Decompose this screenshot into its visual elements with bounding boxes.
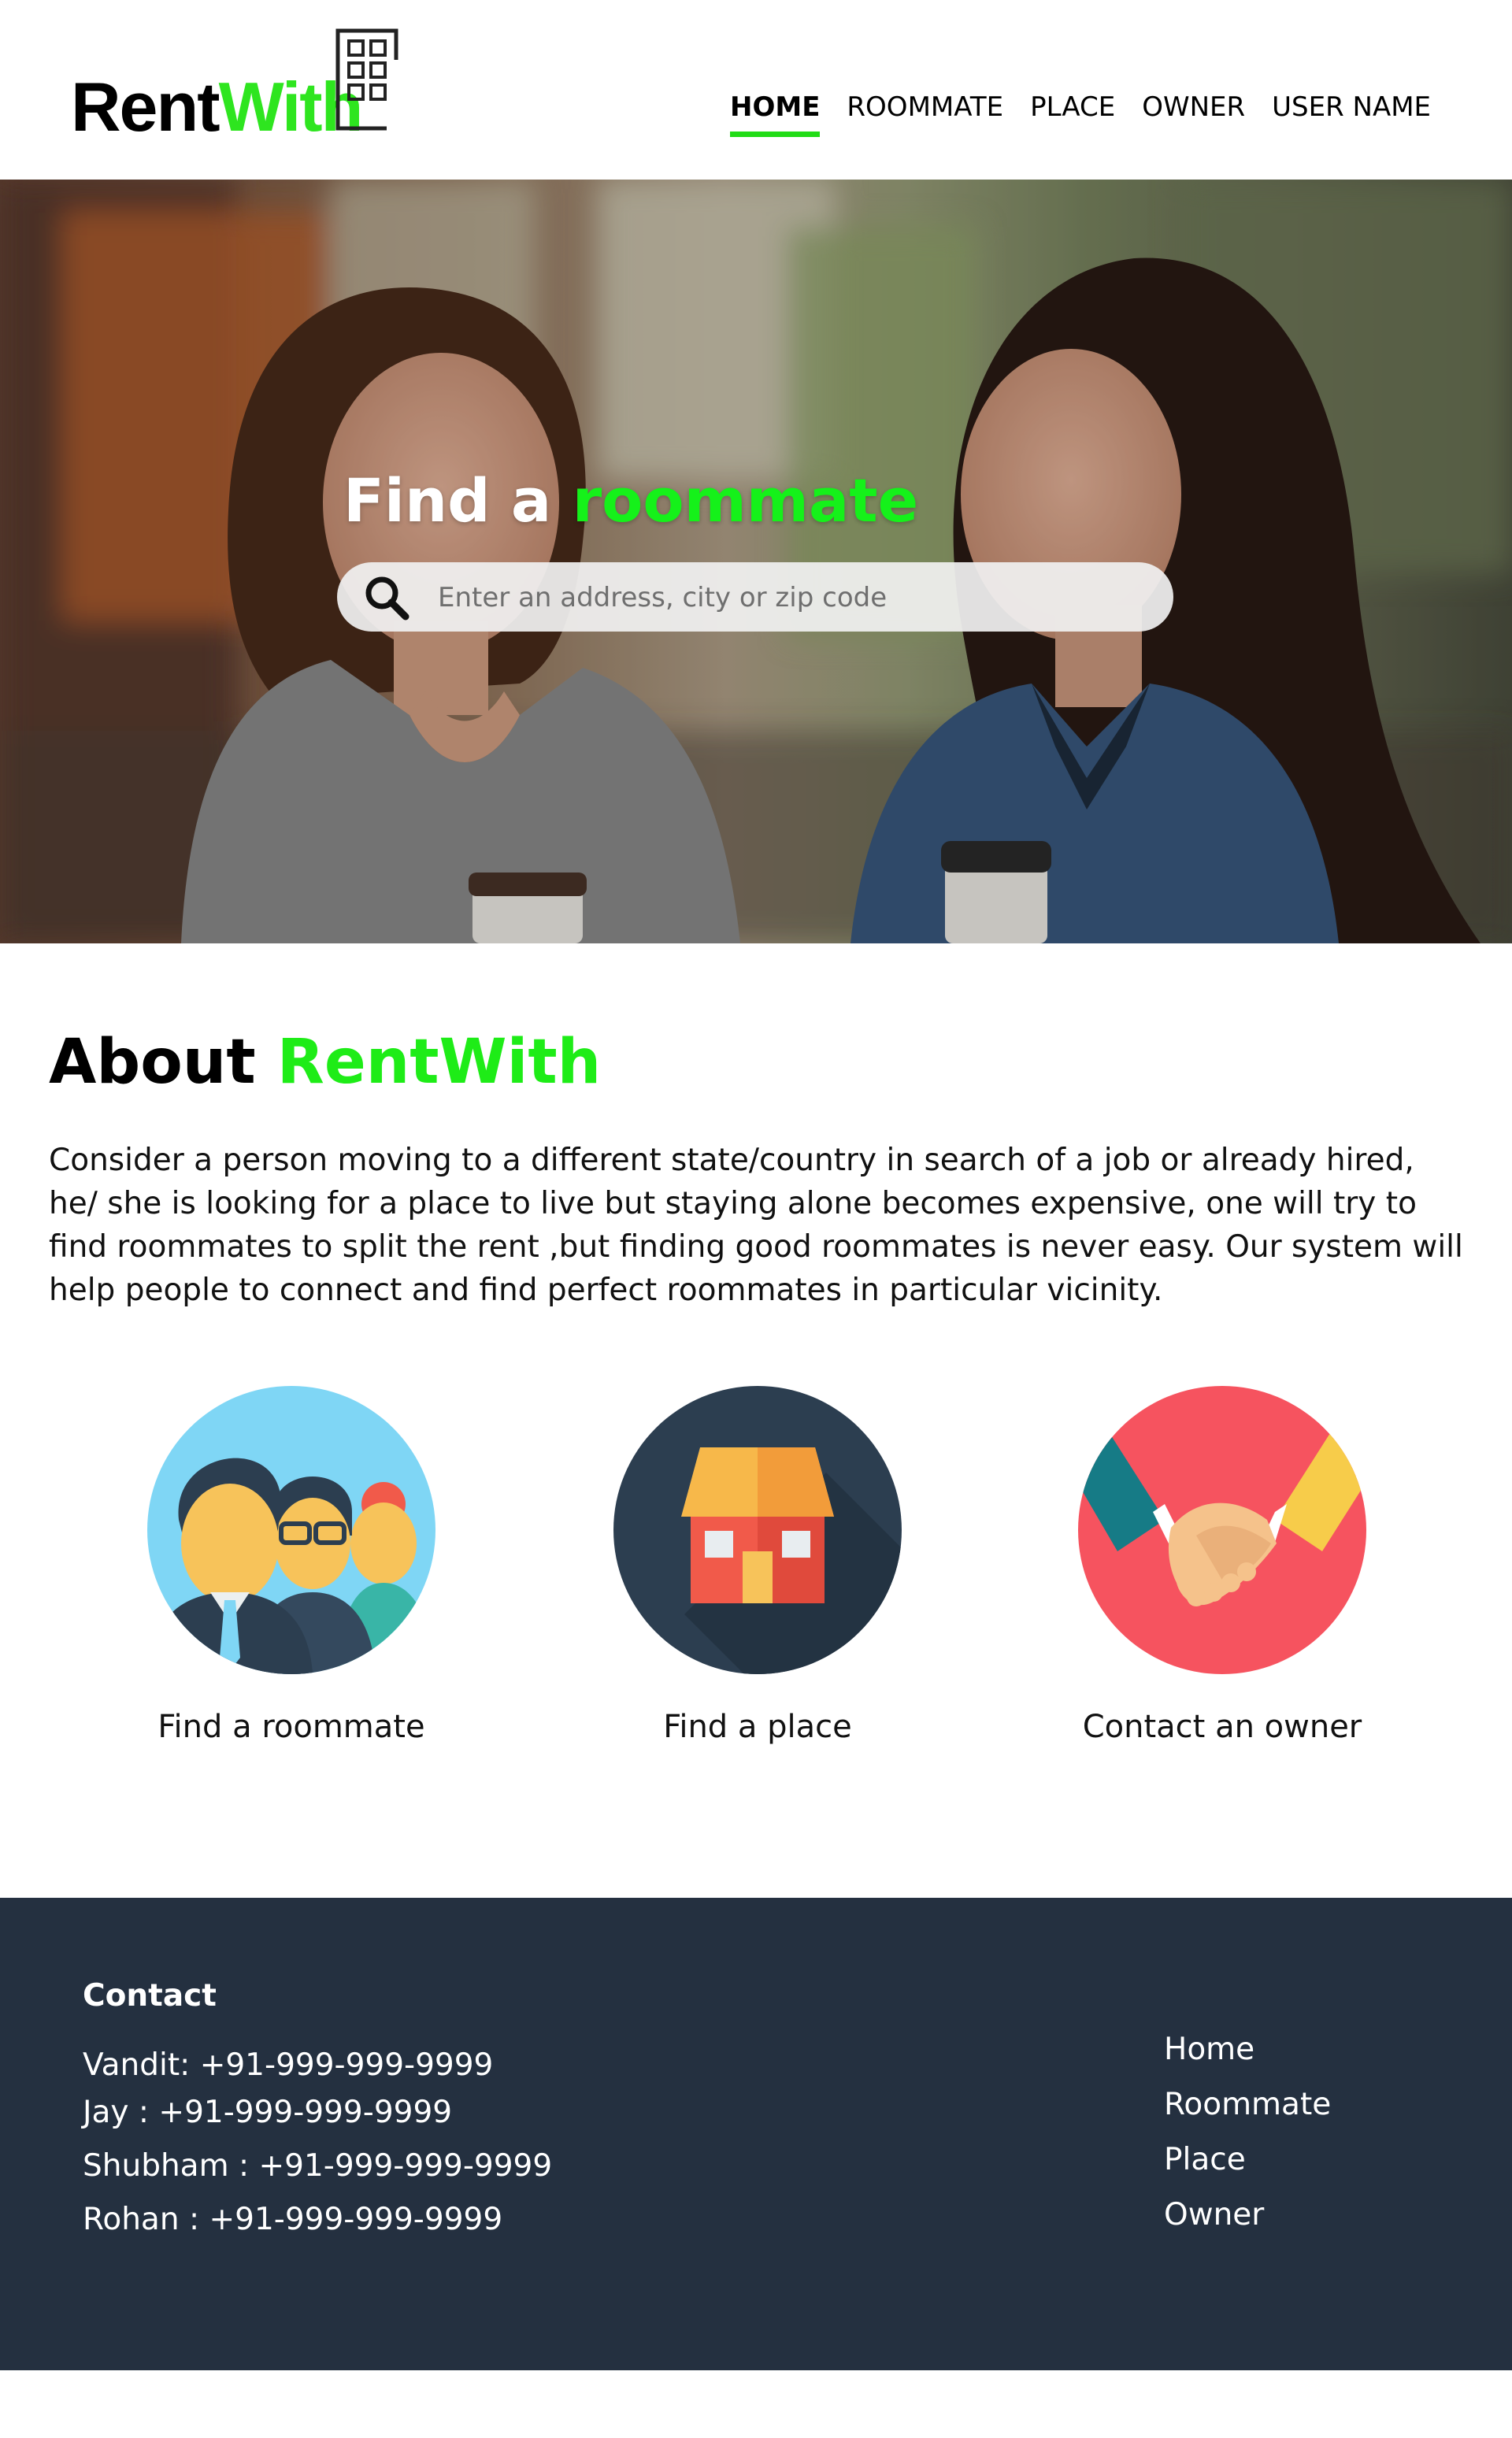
footer-link-place[interactable]: Place — [1164, 2142, 1246, 2177]
search-icon[interactable] — [362, 573, 411, 622]
search-bar[interactable] — [337, 562, 1173, 632]
hero-banner: Find a roommate — [0, 180, 1512, 943]
people-group-icon — [147, 1386, 435, 1674]
footer-link-home[interactable]: Home — [1164, 2032, 1254, 2067]
hero-title: Find a roommate — [343, 471, 918, 531]
hero-title-prefix: Find a — [343, 465, 552, 535]
house-icon — [613, 1386, 902, 1674]
contact-item: Shubham : +91-999-999-9999 — [83, 2148, 553, 2184]
main-nav: HOME ROOMMATE PLACE OWNER USER NAME — [717, 88, 1444, 137]
logo-wordmark: RentWith — [71, 72, 363, 142]
feature-contact-owner[interactable]: Contact an owner — [1017, 1386, 1427, 1745]
about-title-accent: RentWith — [276, 1027, 602, 1098]
nav-item-owner[interactable]: OWNER — [1128, 88, 1258, 126]
feature-find-place[interactable]: Find a place — [553, 1386, 962, 1745]
site-header: RentWith HOME ROOMMATE PLACE OWNER USER … — [0, 0, 1512, 180]
hero-title-accent: roommate — [572, 465, 919, 535]
nav-item-user-name[interactable]: USER NAME — [1258, 88, 1444, 126]
contact-item: Rohan : +91-999-999-9999 — [83, 2202, 503, 2237]
feature-label-place: Find a place — [663, 1709, 852, 1745]
handshake-icon — [1078, 1386, 1366, 1674]
about-title-prefix: About — [49, 1027, 256, 1098]
contact-item: Jay : +91-999-999-9999 — [83, 2095, 453, 2130]
features-row: Find a roommate Find a place Contact an … — [0, 1386, 1512, 1764]
site-footer: Contact Vandit: +91-999-999-9999 Jay : +… — [0, 1898, 1512, 2370]
feature-label-roommate: Find a roommate — [158, 1709, 425, 1745]
search-input[interactable] — [436, 573, 1148, 622]
feature-find-roommate[interactable]: Find a roommate — [87, 1386, 496, 1745]
nav-item-home[interactable]: HOME — [717, 88, 833, 137]
contact-title: Contact — [83, 1978, 217, 2014]
brand-logo[interactable]: RentWith — [71, 28, 410, 146]
about-title: About RentWith — [49, 1032, 601, 1093]
contact-item: Vandit: +91-999-999-9999 — [83, 2047, 494, 2083]
nav-item-roommate[interactable]: ROOMMATE — [833, 88, 1017, 126]
footer-link-roommate[interactable]: Roommate — [1164, 2087, 1331, 2122]
building-icon — [335, 28, 398, 131]
logo-text-rent: Rent — [71, 68, 220, 146]
hero-background-photo — [0, 180, 1512, 943]
feature-label-owner: Contact an owner — [1082, 1709, 1362, 1745]
footer-link-owner[interactable]: Owner — [1164, 2197, 1264, 2232]
about-description: Consider a person moving to a different … — [49, 1143, 1463, 1308]
nav-item-place[interactable]: PLACE — [1017, 88, 1128, 126]
